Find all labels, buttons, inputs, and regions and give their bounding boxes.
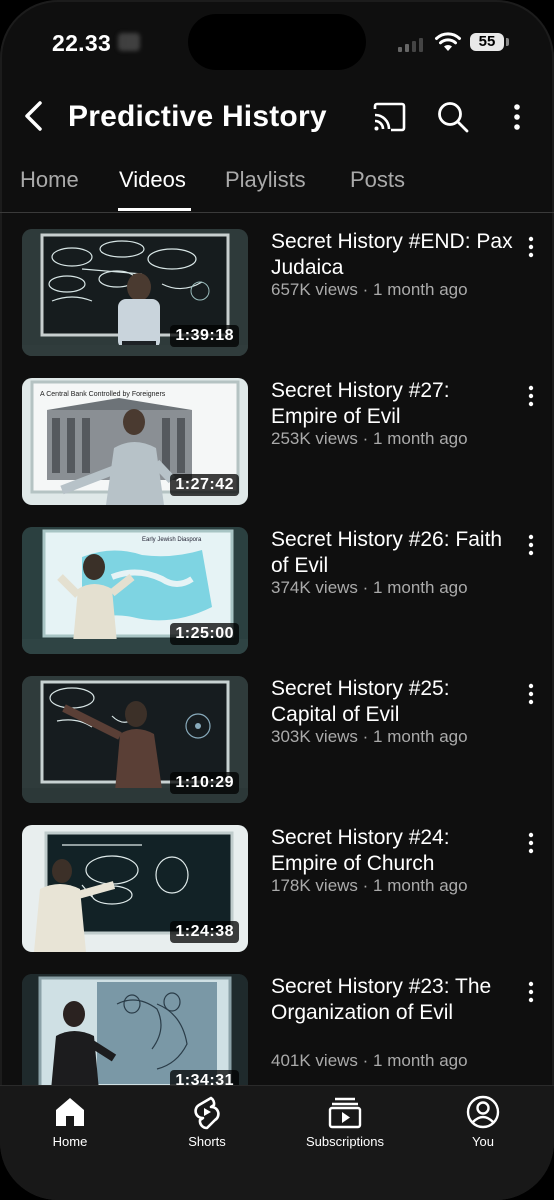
nav-label: You bbox=[472, 1134, 494, 1149]
video-duration: 1:10:29 bbox=[170, 772, 239, 794]
video-item[interactable]: 1:24:38 Secret History #24: Empire of Ch… bbox=[0, 809, 554, 952]
video-thumbnail[interactable]: 1:24:38 bbox=[22, 825, 248, 952]
channel-tabs: Home Videos Playlists Posts bbox=[0, 160, 554, 213]
video-meta: 401K views · 1 month ago bbox=[271, 1051, 468, 1070]
tab-home[interactable]: Home bbox=[20, 167, 79, 193]
tab-videos[interactable]: Videos bbox=[119, 167, 186, 193]
video-more-icon[interactable] bbox=[522, 682, 540, 706]
video-more-icon[interactable] bbox=[522, 533, 540, 557]
nav-shorts[interactable]: Shorts bbox=[152, 1094, 262, 1149]
video-duration: 1:27:42 bbox=[170, 474, 239, 496]
video-duration: 1:25:00 bbox=[170, 623, 239, 645]
video-thumbnail[interactable]: 1:10:29 bbox=[22, 676, 248, 803]
battery-icon: 55 bbox=[470, 33, 504, 51]
video-more-icon[interactable] bbox=[522, 980, 540, 1004]
thumbnail-image bbox=[22, 974, 248, 1085]
video-title[interactable]: Secret History #23: The Organization of … bbox=[271, 974, 517, 1026]
video-more-icon[interactable] bbox=[522, 235, 540, 259]
video-title[interactable]: Secret History #24: Empire of Church bbox=[271, 825, 517, 877]
phone-screen: 22.33 55 Predictive History Home Videos … bbox=[0, 0, 554, 1200]
video-thumbnail[interactable]: A Central Bank Controlled by Foreigners … bbox=[22, 378, 248, 505]
tab-posts[interactable]: Posts bbox=[350, 167, 405, 193]
video-duration: 1:34:31 bbox=[170, 1070, 239, 1085]
video-item[interactable]: 1:34:31 Secret History #23: The Organiza… bbox=[0, 958, 554, 1085]
status-blur bbox=[118, 33, 140, 51]
video-more-icon[interactable] bbox=[522, 384, 540, 408]
nav-label: Subscriptions bbox=[305, 1134, 385, 1149]
video-item[interactable]: 1:39:18 Secret History #END: Pax Judaica… bbox=[0, 213, 554, 356]
status-time: 22.33 bbox=[52, 30, 112, 56]
video-meta: 303K views · 1 month ago bbox=[271, 727, 468, 746]
battery-tip bbox=[506, 38, 509, 46]
shorts-icon bbox=[194, 1096, 220, 1130]
channel-header: Predictive History bbox=[0, 90, 554, 142]
video-item[interactable]: Early Jewish Diaspora 1:25:00 Secret His… bbox=[0, 511, 554, 654]
status-bar: 22.33 55 bbox=[0, 0, 554, 80]
nav-label: Shorts bbox=[188, 1134, 226, 1149]
video-meta: 178K views · 1 month ago bbox=[271, 876, 468, 895]
video-title[interactable]: Secret History #END: Pax Judaica bbox=[271, 229, 517, 281]
bottom-navigation: Home Shorts Subscriptions You bbox=[0, 1085, 554, 1200]
video-duration: 1:24:38 bbox=[170, 921, 239, 943]
channel-title: Predictive History bbox=[68, 100, 327, 133]
cast-icon[interactable] bbox=[370, 98, 408, 136]
video-item[interactable]: A Central Bank Controlled by Foreigners … bbox=[0, 362, 554, 505]
video-meta: 657K views · 1 month ago bbox=[271, 280, 468, 299]
video-title[interactable]: Secret History #26: Faith of Evil bbox=[271, 527, 517, 579]
video-thumbnail[interactable]: 1:39:18 bbox=[22, 229, 248, 356]
video-meta: 253K views · 1 month ago bbox=[271, 429, 468, 448]
subscriptions-icon bbox=[328, 1097, 362, 1129]
tab-playlists[interactable]: Playlists bbox=[225, 167, 306, 193]
active-tab-indicator bbox=[118, 208, 191, 211]
search-icon[interactable] bbox=[434, 98, 472, 136]
dynamic-island bbox=[188, 14, 366, 70]
nav-label: Home bbox=[52, 1134, 88, 1149]
nav-home[interactable]: Home bbox=[15, 1094, 125, 1149]
you-icon bbox=[466, 1095, 500, 1129]
video-meta: 374K views · 1 month ago bbox=[271, 578, 468, 597]
video-list: 1:39:18 Secret History #END: Pax Judaica… bbox=[0, 213, 554, 1085]
video-title[interactable]: Secret History #27: Empire of Evil bbox=[271, 378, 517, 430]
slide-heading: A Central Bank Controlled by Foreigners bbox=[40, 391, 166, 398]
signal-icon bbox=[398, 38, 423, 52]
video-more-icon[interactable] bbox=[522, 831, 540, 855]
video-thumbnail[interactable]: Early Jewish Diaspora 1:25:00 bbox=[22, 527, 248, 654]
nav-subscriptions[interactable]: Subscriptions bbox=[290, 1094, 400, 1149]
video-thumbnail[interactable]: 1:34:31 bbox=[22, 974, 248, 1085]
home-icon bbox=[56, 1098, 84, 1126]
more-options-icon[interactable] bbox=[498, 98, 536, 136]
video-item[interactable]: 1:10:29 Secret History #25: Capital of E… bbox=[0, 660, 554, 803]
nav-you[interactable]: You bbox=[428, 1094, 538, 1149]
video-duration: 1:39:18 bbox=[170, 325, 239, 347]
video-title[interactable]: Secret History #25: Capital of Evil bbox=[271, 676, 517, 728]
wifi-icon bbox=[435, 32, 461, 51]
slide-heading: Early Jewish Diaspora bbox=[142, 537, 202, 543]
back-arrow-icon[interactable] bbox=[20, 98, 48, 134]
